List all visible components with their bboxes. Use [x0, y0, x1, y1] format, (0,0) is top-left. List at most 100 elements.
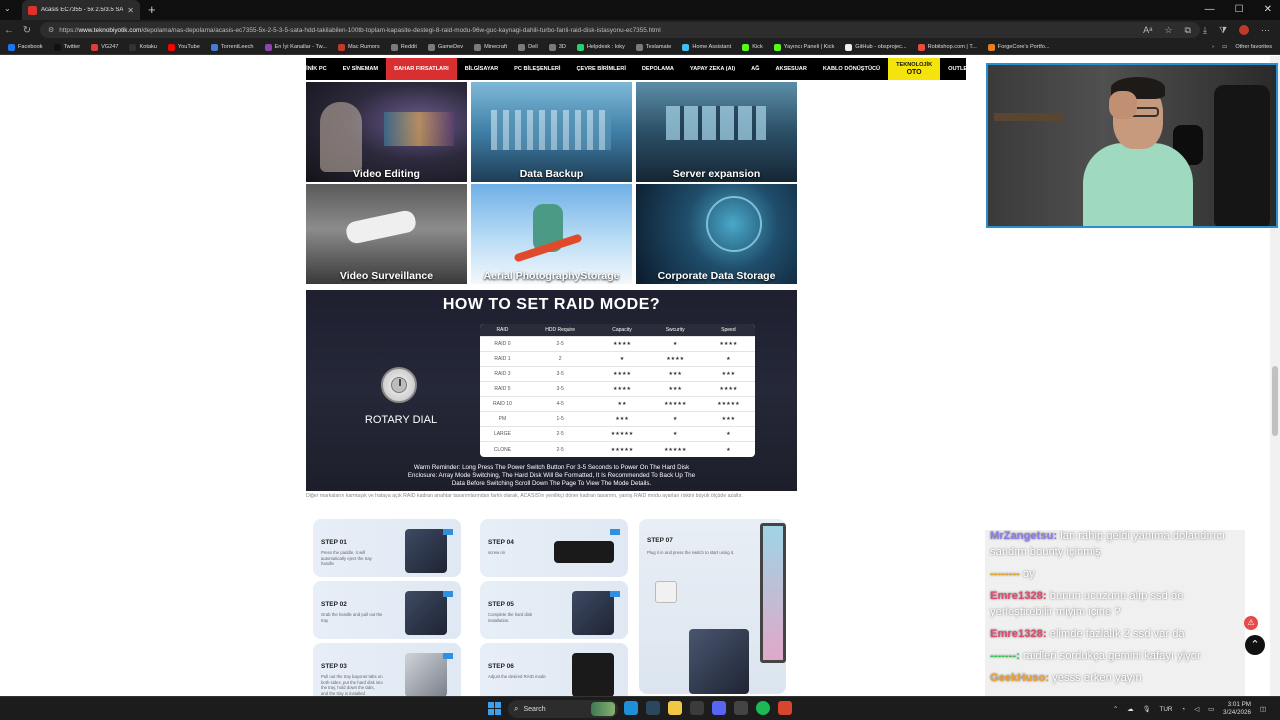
step-title: STEP 06 [488, 663, 514, 670]
bookmark-item[interactable]: Reddit [390, 43, 417, 51]
bookmark-item[interactable]: Facebook [8, 43, 43, 51]
volume-icon[interactable]: ◁ [1194, 706, 1199, 713]
bookmark-favicon-icon [264, 43, 272, 51]
mic-icon[interactable]: 🎙︎ [1142, 705, 1150, 713]
bookmark-favicon-icon [742, 43, 750, 51]
step-desc: screw on [488, 550, 506, 555]
profile-avatar[interactable] [1239, 25, 1249, 35]
nav-item[interactable]: EV SİNEMAM [335, 58, 386, 80]
menu-icon[interactable]: ⋯ [1261, 20, 1270, 40]
tab-search-icon[interactable]: ⌄ [4, 4, 11, 13]
bookmark-label: Twitter [63, 44, 81, 50]
chat-username: Emre1328: [990, 590, 1047, 602]
nav-item[interactable]: TEKNOLOJİK OTO [888, 58, 941, 80]
taskbar-apps [624, 701, 792, 715]
chevron-right-icon[interactable]: › [1212, 40, 1214, 55]
raid-table-row: PM 1-5 ★★★ ★ ★★★ [480, 411, 755, 427]
url-field[interactable]: ⚙ https://www.teknobiyotik.com/depolama/… [40, 22, 1200, 38]
back-icon[interactable]: ← [0, 25, 18, 36]
maximize-icon[interactable]: ☐ [1235, 0, 1244, 20]
bookmark-favicon-icon [167, 43, 175, 51]
bookmark-label: Facebook [18, 44, 43, 50]
reader-icon[interactable]: Aᵃ [1143, 20, 1152, 40]
bookmark-item[interactable]: En İyi Kanallar - Tw... [264, 43, 327, 51]
nav-item[interactable]: ÇEVRE BİRİMLERİ [568, 58, 633, 80]
steam-icon[interactable] [646, 701, 660, 715]
close-window-icon[interactable]: ✕ [1264, 0, 1272, 20]
reload-icon[interactable]: ↻ [18, 25, 36, 36]
app-icon[interactable] [690, 701, 704, 715]
file-explorer-icon[interactable] [668, 701, 682, 715]
bookmark-item[interactable]: TorrentLeech [210, 43, 254, 51]
extensions-icon[interactable]: ⧩ [1219, 20, 1227, 40]
close-tab-icon[interactable]: ✕ [127, 6, 134, 15]
bookmark-label: Dell [528, 44, 538, 50]
favorite-star-icon[interactable]: ☆ [1164, 20, 1172, 40]
notifications-icon[interactable]: ◫ [1260, 706, 1266, 713]
language-indicator[interactable]: TUR [1159, 706, 1172, 713]
download-icon[interactable]: ⤓ [1203, 20, 1207, 40]
bookmark-item[interactable]: ForgeCore's Portfo... [987, 43, 1050, 51]
bookmark-item[interactable]: GameDev [427, 43, 463, 51]
bookmark-item[interactable]: Mac Rumors [338, 43, 380, 51]
bookmark-favicon-icon [635, 43, 643, 51]
bookmark-item[interactable]: Yayıncı Paneli | Kick [773, 43, 834, 51]
bookmark-item[interactable]: Kotaku [129, 43, 157, 51]
bookmark-item[interactable]: 3D [548, 43, 566, 51]
other-favorites[interactable]: › ▭ Other favorites [1212, 40, 1272, 55]
chat-username: -------- [990, 568, 1020, 580]
nav-item[interactable]: MİNİK PC [293, 58, 334, 80]
tab-title: Acasis EC7355 - 5x 2.5/3.5 SATA H [41, 7, 123, 13]
app-icon[interactable] [778, 701, 792, 715]
bookmark-item[interactable]: Dell [518, 43, 538, 51]
nav-item[interactable]: BİLGİSAYAR [457, 58, 506, 80]
battery-icon[interactable]: ▭ [1208, 706, 1214, 713]
start-icon[interactable] [488, 702, 501, 715]
settings-gear-icon[interactable] [734, 701, 748, 715]
bookmark-item[interactable]: YouTube [167, 43, 200, 51]
nav-item[interactable]: OUTLET [940, 58, 978, 80]
bookmark-item[interactable]: Home Assistant [682, 43, 732, 51]
chat-message: Emre1328: bunun ucuzunu alıp ssd de yerl… [990, 588, 1245, 620]
streamer [1083, 73, 1193, 226]
new-tab-icon[interactable]: + [148, 0, 156, 20]
bookmark-item[interactable]: Teslamate [635, 43, 671, 51]
taskbar-search[interactable]: ⌕ Search [508, 700, 618, 718]
browser-tab[interactable]: Acasis EC7355 - 5x 2.5/3.5 SATA H ✕ [22, 0, 140, 20]
nav-item[interactable]: KABLO DÖNÜŞTÜCÜ [815, 58, 888, 80]
scroll-top-button[interactable]: ⌃ [1245, 635, 1265, 655]
nav-item[interactable]: BAHAR FIRSATLARI [386, 58, 457, 80]
bookmark-item[interactable]: Twitter [53, 43, 81, 51]
notification-icon[interactable]: ⚠ [1244, 616, 1258, 630]
bookmark-label: Home Assistant [692, 44, 732, 50]
bookmark-item[interactable]: GitHub - obsprojec... [845, 43, 907, 51]
wifi-icon[interactable]: ◔ [1181, 706, 1185, 713]
scrollbar-thumb[interactable] [1272, 366, 1278, 436]
nav-item[interactable]: PC BİLEŞENLERİ [506, 58, 568, 80]
chevron-up-icon[interactable]: ⌃ [1113, 706, 1118, 713]
use-case-label: Corporate Data Storage [657, 270, 776, 282]
monitor-icon [760, 523, 786, 663]
bookmark-item[interactable]: Minecraft [474, 43, 507, 51]
site-info-icon[interactable]: ⚙ [48, 26, 54, 34]
edge-icon[interactable] [624, 701, 638, 715]
clock[interactable]: 3:01 PM 3/24/2026 [1223, 701, 1251, 717]
raid-cell-capacity: ★★★★ [595, 365, 649, 382]
bookmark-item[interactable]: Kick [742, 43, 763, 51]
cloud-icon[interactable]: ☁ [1127, 706, 1133, 713]
nav-item[interactable]: DEPOLAMA [634, 58, 682, 80]
bookmark-item[interactable]: Helpdesk : loky [576, 43, 625, 51]
bookmark-item[interactable]: VG247 [91, 43, 118, 51]
search-icon: ⌕ [514, 704, 519, 713]
bookmark-label: Reddit [400, 44, 417, 50]
nav-item[interactable]: AĞ [743, 58, 767, 80]
nav-item[interactable]: YAPAY ZEKA (AI) [682, 58, 743, 80]
split-icon[interactable]: ⧉ [1185, 20, 1191, 40]
spotify-icon[interactable] [756, 701, 770, 715]
bookmark-label: GitHub - obsprojec... [855, 44, 907, 50]
bookmark-item[interactable]: Robitshop.com | T... [917, 43, 977, 51]
discord-icon[interactable] [712, 701, 726, 715]
nav-item[interactable]: AKSESUAR [767, 58, 814, 80]
bookmark-favicon-icon [338, 43, 345, 51]
minimize-icon[interactable]: — [1205, 0, 1215, 20]
